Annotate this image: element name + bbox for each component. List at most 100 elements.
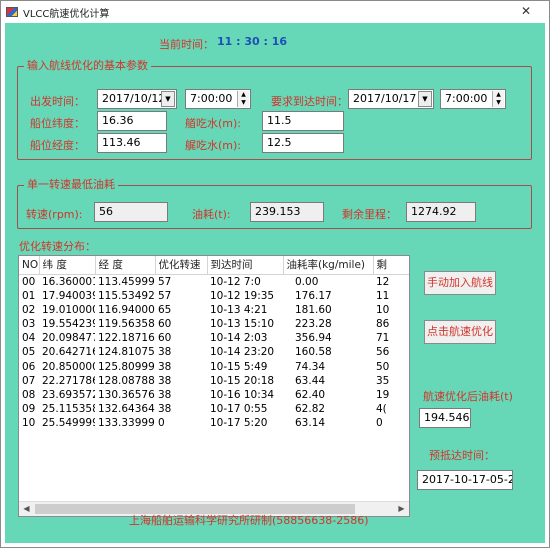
- table-cell: 181.60: [295, 303, 332, 316]
- table-cell: 116.940002: [98, 303, 155, 316]
- app-icon: [6, 7, 18, 17]
- add-route-button[interactable]: 手动加入航线: [424, 271, 496, 295]
- table-row[interactable]: 06 20.850000125.80999838 10-15 5:49 74.34 50: [19, 359, 409, 373]
- latitude-label: 船位纬度：: [30, 117, 85, 130]
- aft-draft-label: 艉吃水(m):: [185, 139, 242, 152]
- table-cell: 08: [22, 388, 36, 401]
- table-cell: 176.17: [295, 289, 332, 302]
- table-cell: 20.642716: [42, 346, 95, 359]
- scroll-right-icon[interactable]: ▶: [394, 502, 409, 516]
- table-cell: 03: [22, 317, 36, 330]
- table-cell: 130.365763: [98, 388, 155, 401]
- table-cell: 22.271786: [42, 374, 95, 387]
- latitude-input[interactable]: 16.36: [97, 111, 167, 131]
- eta-label: 预抵达时间：: [429, 449, 495, 462]
- table-row[interactable]: 03 19.554239119.56358560 10-13 15:10 223.28…: [19, 317, 409, 331]
- table-cell: 10-17 0:55: [210, 403, 268, 416]
- table-cell: 17.940039: [42, 289, 95, 302]
- table-cell: 57: [158, 289, 172, 302]
- table-cell: 35: [376, 374, 390, 387]
- table-row[interactable]: 01 17.940039115.53492057 10-12 19:35 176.17…: [19, 289, 409, 303]
- arrive-time-label: 要求到达时间：: [271, 95, 348, 108]
- table-cell: 4(: [376, 403, 387, 416]
- aft-draft-input[interactable]: 12.5: [262, 133, 344, 153]
- dropdown-arrow-icon[interactable]: ▼: [161, 91, 175, 107]
- longitude-input[interactable]: 113.46: [97, 133, 167, 153]
- table-cell: 19.010000: [42, 303, 95, 316]
- rpm-output: 56: [94, 202, 168, 222]
- title-bar: VLCC航速优化计算 ✕: [1, 1, 549, 23]
- clock-label: 当前时间：: [159, 38, 214, 51]
- table-row[interactable]: 09 25.115358132.64364638 10-17 0:55 62.82 4(: [19, 402, 409, 416]
- table-cell: 06: [22, 360, 36, 373]
- table-cell: 11: [376, 289, 390, 302]
- table-cell: 62.82: [295, 403, 326, 416]
- table-cell: 04: [22, 332, 36, 345]
- table-row[interactable]: 04 20.098477122.18716860 10-14 2:03 356.94 7…: [19, 331, 409, 345]
- column-header[interactable]: NO: [19, 256, 40, 275]
- optimized-fuel-output: 194.546: [419, 408, 471, 428]
- spinner-icon[interactable]: ▲ ▼: [492, 91, 504, 107]
- app-window: VLCC航速优化计算 ✕ 当前时间： 11 : 30 : 16 输入航线优化的基…: [0, 0, 550, 548]
- distribution-grid: NO 纬 度 经 度 优化转速 到达时间 油耗率(kg/mile) 剩 00 16…: [19, 256, 409, 430]
- arrive-time-picker[interactable]: 7:00:00 ▲ ▼: [440, 89, 506, 109]
- table-row[interactable]: 05 20.642716124.81075138 10-14 23:20 160.58…: [19, 345, 409, 359]
- window-title: VLCC航速优化计算: [23, 8, 110, 20]
- table-cell: 113.459999: [98, 275, 155, 288]
- table-row[interactable]: 08 23.693572130.36576338 10-16 10:34 62.40 1…: [19, 388, 409, 402]
- speed-distribution-table[interactable]: NO 纬 度 经 度 优化转速 到达时间 油耗率(kg/mile) 剩 00 16…: [18, 255, 410, 517]
- single-rpm-group-title: 单一转速最低油耗: [24, 178, 118, 192]
- column-header[interactable]: 剩: [373, 256, 409, 275]
- table-cell: 20.850000: [42, 360, 95, 373]
- table-cell: 19: [376, 388, 390, 401]
- table-cell: 10-13 15:10: [210, 317, 275, 330]
- fuel-label: 油耗(t):: [192, 208, 231, 221]
- table-cell: 57: [158, 275, 172, 288]
- params-group-title: 输入航线优化的基本参数: [24, 59, 151, 73]
- depart-time-value: 7:00:00: [190, 92, 233, 105]
- column-header[interactable]: 纬 度: [39, 256, 96, 275]
- table-cell: 74.34: [295, 360, 326, 373]
- fore-draft-label: 艏吃水(m):: [185, 117, 242, 130]
- arrive-date-picker[interactable]: 2017/10/17 ▼: [348, 89, 434, 109]
- column-header[interactable]: 优化转速: [155, 256, 208, 275]
- table-cell: 65: [158, 303, 172, 316]
- table-cell: 60: [158, 332, 172, 345]
- spinner-icon[interactable]: ▲ ▼: [237, 91, 249, 107]
- column-header[interactable]: 到达时间: [207, 256, 284, 275]
- column-header[interactable]: 经 度: [95, 256, 156, 275]
- clock-value: 11 : 30 : 16: [217, 35, 288, 48]
- table-cell: 12: [376, 275, 390, 288]
- fore-draft-input[interactable]: 11.5: [262, 111, 344, 131]
- table-cell: 10-13 4:21: [210, 303, 268, 316]
- table-row[interactable]: 1025.549999133.339996010-17 5:2063.140: [19, 416, 409, 430]
- table-cell: 133.339996: [98, 417, 155, 430]
- table-header-row: NO 纬 度 经 度 优化转速 到达时间 油耗率(kg/mile) 剩: [19, 256, 409, 275]
- table-cell: 10: [376, 303, 390, 316]
- column-header[interactable]: 油耗率(kg/mile): [283, 256, 374, 275]
- depart-time-picker[interactable]: 7:00:00 ▲ ▼: [185, 89, 251, 109]
- table-row[interactable]: 00 16.360001113.45999957 10-12 7:0 0.00 12: [19, 274, 409, 289]
- close-icon[interactable]: ✕: [513, 3, 539, 19]
- table-cell: 05: [22, 346, 36, 359]
- dropdown-arrow-icon[interactable]: ▼: [418, 91, 432, 107]
- scroll-left-icon[interactable]: ◀: [19, 502, 34, 516]
- table-cell: 10-12 19:35: [210, 289, 275, 302]
- client-area: 当前时间： 11 : 30 : 16 输入航线优化的基本参数 出发时间： 201…: [5, 23, 545, 543]
- table-cell: 38: [158, 388, 172, 401]
- table-cell: 16.360001: [42, 275, 95, 288]
- table-cell: 122.187168: [98, 332, 155, 345]
- eta-output: 2017-10-17-05-20: [417, 470, 513, 490]
- optimize-speed-button[interactable]: 点击航速优化: [424, 320, 496, 344]
- table-cell: 71: [376, 332, 390, 345]
- table-row[interactable]: 07 22.271786128.08788038 10-15 20:18 63.44 3…: [19, 374, 409, 388]
- distribution-label: 优化转速分布：: [19, 240, 96, 253]
- table-cell: 10-14 2:03: [210, 332, 268, 345]
- table-cell: 63.14: [295, 417, 326, 430]
- table-cell: 50: [376, 360, 390, 373]
- table-row[interactable]: 02 19.010000116.94000265 10-13 4:21 181.60 1…: [19, 303, 409, 317]
- table-cell: 160.58: [295, 346, 332, 359]
- fuel-output: 239.153: [250, 202, 324, 222]
- table-cell: 10-14 23:20: [210, 346, 275, 359]
- depart-date-picker[interactable]: 2017/10/12 ▼: [97, 89, 177, 109]
